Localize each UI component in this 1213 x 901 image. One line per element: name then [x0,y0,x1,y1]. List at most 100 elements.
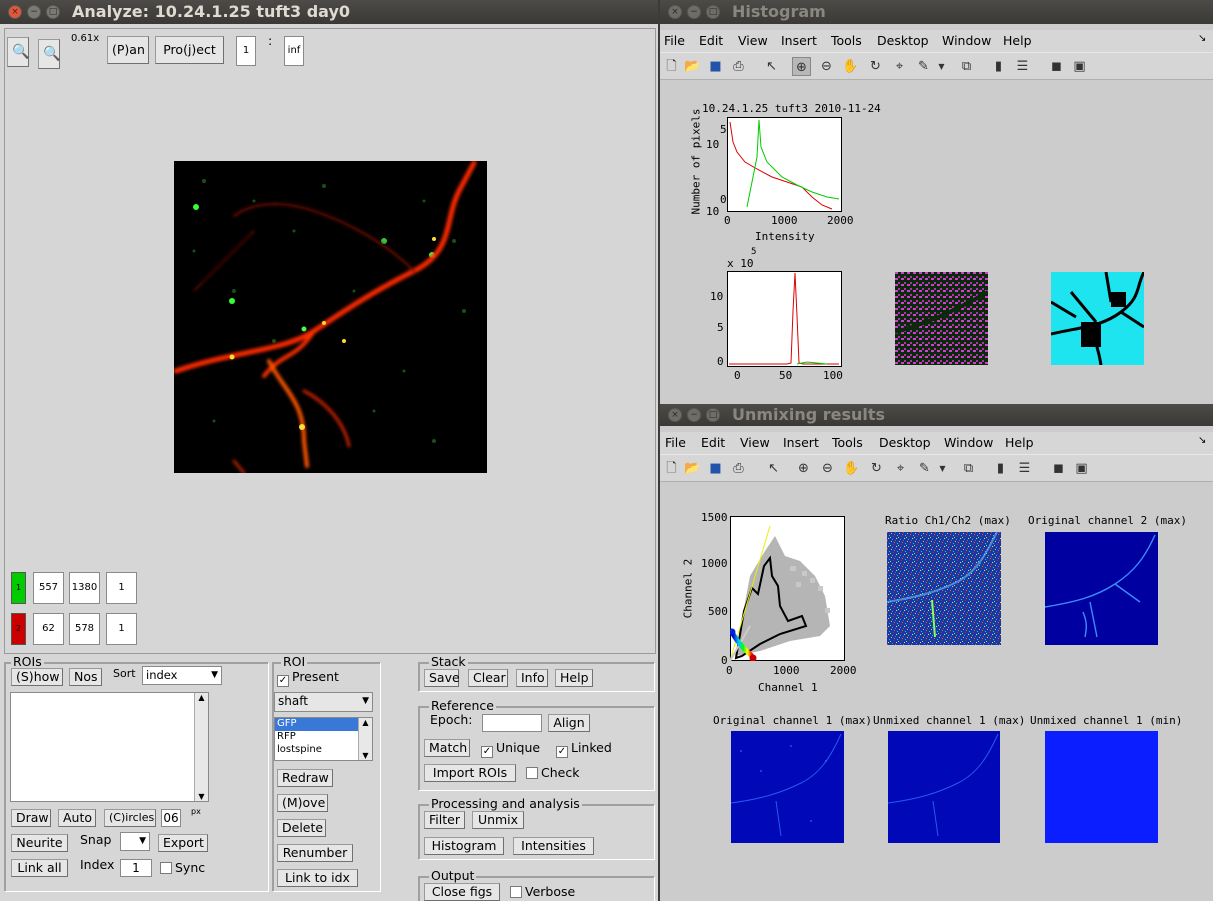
stack-clear-button[interactable]: Clear [468,669,508,687]
colorbar-icon[interactable]: ▮ [989,57,1008,76]
unique-checkbox[interactable]: ✓ Unique [481,740,540,758]
roi-tag-listbox[interactable]: GFP RFP lostspine ▲ ▼ [274,717,373,761]
menu-help[interactable]: Help [1005,435,1034,450]
pointer-icon[interactable]: ↖ [764,459,783,478]
menu-desktop[interactable]: Desktop [879,435,931,450]
zoom-out-icon[interactable]: ⊖ [817,57,836,76]
listbox-scrollbar[interactable]: ▲ ▼ [194,693,208,801]
close-icon[interactable]: × [8,5,22,19]
move-button[interactable]: (M)ove [277,794,328,812]
filter-button[interactable]: Filter [424,811,465,829]
neurite-button[interactable]: Neurite [11,834,68,852]
epoch-field[interactable] [482,714,542,732]
menu-help[interactable]: Help [1003,33,1032,48]
frame-end-field[interactable]: inf [284,36,304,66]
radius-field[interactable]: 06 [161,809,181,827]
close-figs-button[interactable]: Close figs [424,883,500,901]
hide-tools-icon[interactable]: ◼ [1049,459,1068,478]
new-figure-icon[interactable]: 🗋 [662,57,681,76]
close-icon[interactable]: × [668,408,682,422]
pan-hand-icon[interactable]: ✋ [841,57,860,76]
align-button[interactable]: Align [548,714,590,732]
link-all-button[interactable]: Link all [11,859,68,877]
menu-view[interactable]: View [740,435,770,450]
unique-check-icon[interactable]: ✓ [481,746,493,758]
print-icon[interactable]: ⎙ [729,459,748,478]
nos-button[interactable]: Nos [69,668,102,686]
menu-file[interactable]: File [665,435,686,450]
linked-checkbox[interactable]: ✓ Linked [556,740,612,758]
pointer-icon[interactable]: ↖ [762,57,781,76]
brush-dropdown-icon[interactable]: ▼ [932,57,951,76]
data-cursor-icon[interactable]: ⌖ [890,57,909,76]
maximize-icon[interactable]: □ [706,408,720,422]
menu-file[interactable]: File [664,33,685,48]
sort-select[interactable]: index [142,666,222,685]
unmixing-titlebar[interactable]: Unmixing results [660,404,1213,426]
legend-icon[interactable]: ☰ [1015,459,1034,478]
link-icon[interactable]: ⧉ [957,57,976,76]
roi-listbox[interactable]: ▲ ▼ [10,692,209,802]
match-button[interactable]: Match [424,739,470,757]
menu-edit[interactable]: Edit [699,33,723,48]
tag-item-gfp[interactable]: GFP [275,718,359,731]
channel2-gamma-field[interactable]: 1 [106,613,137,645]
link-to-idx-button[interactable]: Link to idx [277,869,358,887]
index-field[interactable]: 1 [120,859,152,877]
draw-button[interactable]: Draw [11,809,51,827]
maximize-icon[interactable]: □ [46,5,60,19]
histogram-button[interactable]: Histogram [424,837,504,855]
zoom-out-icon[interactable]: ⊖ [818,459,837,478]
renumber-button[interactable]: Renumber [277,844,353,862]
minimize-icon[interactable]: − [687,5,701,19]
menu-insert[interactable]: Insert [783,435,819,450]
brush-dropdown-icon[interactable]: ▼ [933,459,952,478]
roi-type-select[interactable]: shaft [274,692,373,712]
menu-desktop[interactable]: Desktop [877,33,929,48]
check-check-icon[interactable] [526,767,538,779]
print-icon[interactable]: ⎙ [729,57,748,76]
save-icon[interactable]: ■ [706,57,725,76]
channel1-color[interactable]: 1 [11,572,26,604]
delete-button[interactable]: Delete [277,819,326,837]
check-checkbox[interactable]: Check [526,765,579,780]
rotate-icon[interactable]: ↻ [867,459,886,478]
colorbar-icon[interactable]: ▮ [991,459,1010,478]
channel1-min-field[interactable]: 557 [33,572,64,604]
snap-select[interactable] [120,832,150,851]
rotate-icon[interactable]: ↻ [866,57,885,76]
maximize-icon[interactable]: □ [706,5,720,19]
channel1-max-field[interactable]: 1380 [69,572,100,604]
zoom-in-icon[interactable]: ⊕ [792,57,811,76]
project-button[interactable]: Pro(j)ect [155,36,224,64]
menu-tools[interactable]: Tools [832,435,863,450]
neuron-image[interactable] [174,161,487,473]
legend-icon[interactable]: ☰ [1013,57,1032,76]
frame-start-field[interactable]: 1 [236,36,256,66]
zoom-in-button[interactable]: 🔍 [7,37,29,67]
brush-icon[interactable]: ✎ [914,57,933,76]
sync-check-icon[interactable] [160,862,172,874]
histogram-titlebar[interactable]: Histogram [660,0,1213,24]
show-tools-icon[interactable]: ▣ [1070,57,1089,76]
show-tools-icon[interactable]: ▣ [1072,459,1091,478]
menu-tools[interactable]: Tools [831,33,862,48]
close-icon[interactable]: × [668,5,682,19]
brush-icon[interactable]: ✎ [915,459,934,478]
minimize-icon[interactable]: − [687,408,701,422]
sync-checkbox[interactable]: Sync [160,860,205,875]
tag-scrollbar[interactable]: ▲ ▼ [358,718,372,760]
hide-tools-icon[interactable]: ◼ [1047,57,1066,76]
channel2-min-field[interactable]: 62 [33,613,64,645]
show-button[interactable]: (S)how [11,668,63,686]
stack-info-button[interactable]: Info [516,669,548,687]
stack-help-button[interactable]: Help [555,669,593,687]
zoom-reset-button[interactable]: 🔍 [38,39,60,69]
intensities-button[interactable]: Intensities [513,837,594,855]
unmix-button[interactable]: Unmix [472,811,524,829]
menu-dock-icon[interactable]: ↘ [1198,33,1206,44]
save-icon[interactable]: ■ [706,459,725,478]
menu-dock-icon[interactable]: ↘ [1198,435,1206,446]
verbose-checkbox[interactable]: Verbose [510,884,575,899]
circles-button[interactable]: (C)ircles [104,809,156,827]
